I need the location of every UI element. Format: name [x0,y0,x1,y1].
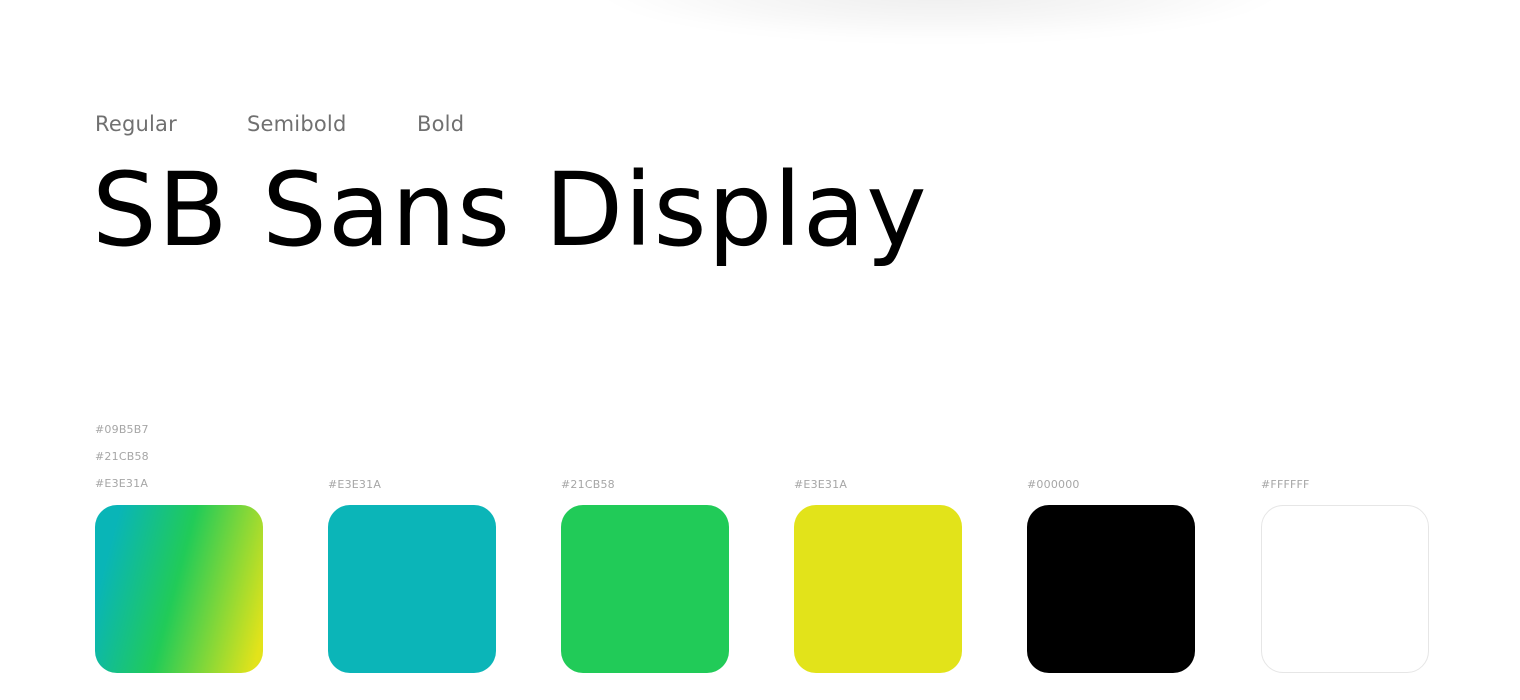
gradient-swatch [95,505,263,673]
swatch-black [1027,505,1195,673]
gradient-stop-2-label: #21CB58 [95,450,149,463]
page: Regular Semibold Bold SB Sans Display #0… [0,0,1520,700]
swatch-teal [328,505,496,673]
swatch-2-hex-label: #21CB58 [561,478,615,491]
swatch-3-hex-label: #E3E31A [794,478,848,491]
swatch-5-hex-label: #FFFFFF [1261,478,1310,491]
swatch-4-hex-label: #000000 [1027,478,1080,491]
gradient-hex-labels: #09B5B7 #21CB58 #E3E31A [95,424,149,505]
swatch-white [1261,505,1429,673]
decorative-shadow [600,0,1280,40]
font-weights-row: Regular Semibold Bold [95,112,464,136]
swatch-yellow [794,505,962,673]
weight-regular-label: Regular [95,112,177,136]
weight-bold-label: Bold [417,112,465,136]
swatch-green [561,505,729,673]
gradient-stop-3-label: #E3E31A [95,477,149,490]
gradient-stop-1-label: #09B5B7 [95,423,149,436]
swatch-1-hex-label: #E3E31A [328,478,382,491]
weight-semibold-label: Semibold [247,112,347,136]
font-name-title: SB Sans Display [92,151,928,270]
